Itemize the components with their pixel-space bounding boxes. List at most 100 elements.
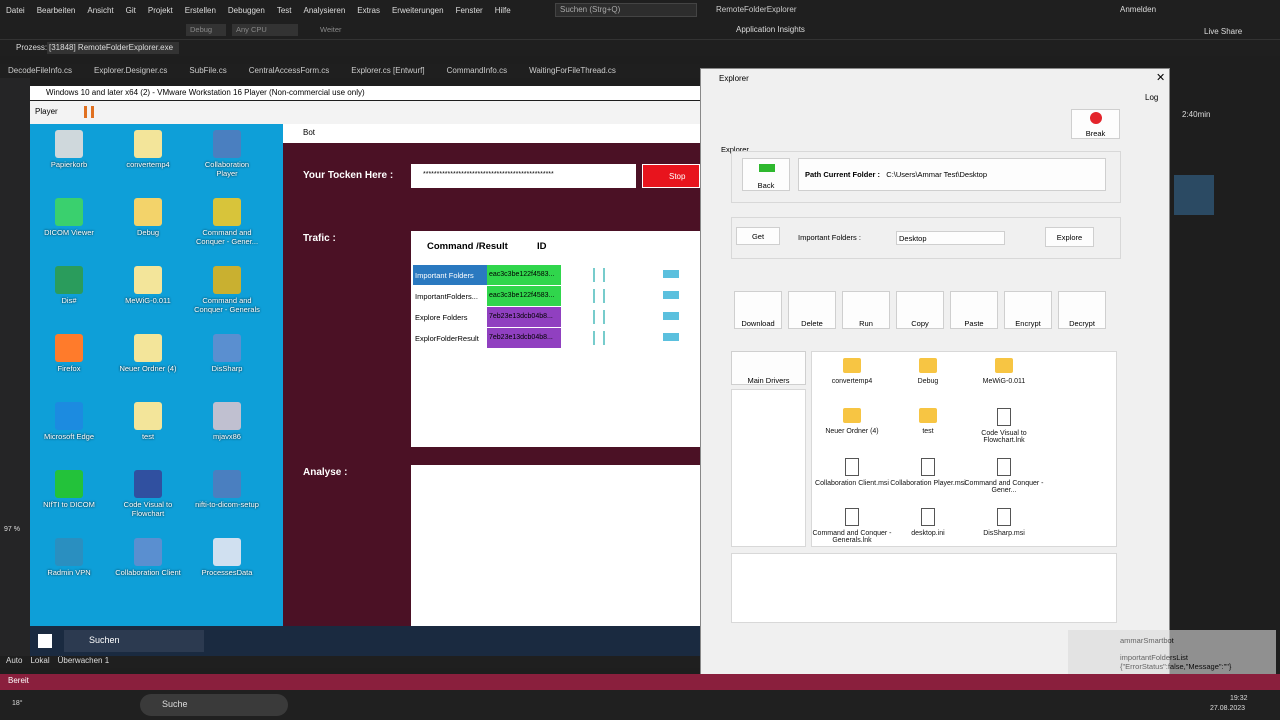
- close-icon[interactable]: ✕: [1156, 71, 1165, 84]
- doc-tab[interactable]: DecodeFileInfo.cs: [0, 64, 86, 78]
- signin-link[interactable]: Anmelden: [1120, 5, 1156, 14]
- menu-item[interactable]: Ansicht: [81, 6, 119, 15]
- desktop-icon-image: [55, 266, 83, 294]
- file-item[interactable]: Collaboration Player.msi: [888, 458, 968, 487]
- explore-button[interactable]: Explore: [1045, 227, 1094, 247]
- bottom-tab[interactable]: Lokal: [30, 656, 49, 665]
- log-button[interactable]: Log: [1145, 93, 1158, 102]
- traffic-cmd[interactable]: ImportantFolders...: [413, 286, 487, 306]
- menu-item[interactable]: Projekt: [142, 6, 179, 15]
- menu-item[interactable]: Debuggen: [222, 6, 271, 15]
- windows-start-icon[interactable]: [38, 634, 52, 648]
- vm-search-box[interactable]: Suchen: [64, 630, 204, 652]
- desktop-icon[interactable]: Debug: [115, 198, 181, 237]
- player-menu[interactable]: Player: [35, 107, 58, 116]
- notif-line2: {"ErrorStatus":false,"Message":""}: [1120, 662, 1232, 671]
- desktop-icon[interactable]: mjavx86: [194, 402, 260, 441]
- desktop-icon[interactable]: Collaboration Client: [115, 538, 181, 577]
- app-insights-button[interactable]: Application Insights: [736, 25, 805, 34]
- file-item[interactable]: Collaboration Client.msi: [812, 458, 892, 487]
- desktop-icon[interactable]: Code Visual to Flowchart: [115, 470, 181, 518]
- action-button-decrypt[interactable]: Decrypt: [1058, 291, 1106, 329]
- file-item[interactable]: DisSharp.msi: [964, 508, 1044, 537]
- desktop-icon[interactable]: NIfTI to DICOM: [36, 470, 102, 509]
- stop-button[interactable]: Stop: [642, 164, 700, 188]
- doc-tab[interactable]: Explorer.cs [Entwurf]: [343, 64, 438, 78]
- file-icon: [921, 508, 935, 526]
- desktop-icon[interactable]: Command and Conquer - Generals: [194, 266, 260, 314]
- menu-item[interactable]: Test: [271, 6, 298, 15]
- file-item[interactable]: Command and Conquer - Generals.lnk: [812, 508, 892, 544]
- file-item[interactable]: MeWiG-0.011: [964, 358, 1044, 385]
- config-select[interactable]: Debug: [186, 24, 226, 36]
- doc-tab[interactable]: SubFile.cs: [181, 64, 240, 78]
- doc-tab[interactable]: CentralAccessForm.cs: [241, 64, 343, 78]
- desktop-icon[interactable]: ProcessesData: [194, 538, 260, 577]
- desktop-icon[interactable]: Collaboration Player: [194, 130, 260, 178]
- menu-item[interactable]: Bearbeiten: [31, 6, 82, 15]
- files-view[interactable]: convertemp4 Debug MeWiG-0.011 Neuer Ordner …: [811, 351, 1117, 547]
- desktop-icon[interactable]: Microsoft Edge: [36, 402, 102, 441]
- file-item[interactable]: Debug: [888, 358, 968, 385]
- bottom-tab[interactable]: Auto: [6, 656, 22, 665]
- process-select[interactable]: [31848] RemoteFolderExplorer.exe: [47, 42, 179, 54]
- token-input[interactable]: ****************************************…: [411, 164, 636, 188]
- important-select[interactable]: Desktop: [896, 231, 1005, 245]
- action-button-delete[interactable]: Delete: [788, 291, 836, 329]
- menu-item[interactable]: Datei: [0, 6, 31, 15]
- platform-select[interactable]: Any CPU: [232, 24, 298, 36]
- desktop-icon[interactable]: nifti-to-dicom-setup: [194, 470, 260, 509]
- drivers-list[interactable]: [731, 389, 806, 547]
- action-button-copy[interactable]: Copy: [896, 291, 944, 329]
- host-search[interactable]: Suche: [140, 694, 288, 716]
- file-item[interactable]: desktop.ini: [888, 508, 968, 537]
- file-item[interactable]: Neuer Ordner (4): [812, 408, 892, 435]
- desktop-icon[interactable]: Firefox: [36, 334, 102, 373]
- menu-item[interactable]: Analysieren: [297, 6, 351, 15]
- desktop-icon[interactable]: Dis#: [36, 266, 102, 305]
- transfer-arrow-icon: [593, 289, 605, 303]
- traffic-cmd[interactable]: Important Folders: [413, 265, 487, 285]
- menu-item[interactable]: Hilfe: [489, 6, 517, 15]
- pause-icon[interactable]: [84, 106, 94, 118]
- back-button[interactable]: Back: [742, 158, 790, 191]
- action-button-encrypt[interactable]: Encrypt: [1004, 291, 1052, 329]
- desktop-icon[interactable]: Papierkorb: [36, 130, 102, 169]
- liveshare-button[interactable]: Live Share: [1204, 27, 1242, 36]
- doc-tab[interactable]: WaitingForFileThread.cs: [521, 64, 630, 78]
- continue-button[interactable]: Weiter: [320, 25, 342, 34]
- traffic-panel: Command /Result ID Important Folders eac3…: [411, 231, 700, 447]
- traffic-cmd[interactable]: ExplorFolderResult: [413, 328, 487, 348]
- desktop-icon-label: NIfTI to DICOM: [43, 500, 95, 509]
- menu-item[interactable]: Extras: [351, 6, 386, 15]
- menu-item[interactable]: Erstellen: [179, 6, 222, 15]
- doc-tab[interactable]: CommandInfo.cs: [439, 64, 521, 78]
- file-item[interactable]: test: [888, 408, 968, 435]
- desktop-icon[interactable]: Command and Conquer - Gener...: [194, 198, 260, 246]
- file-item[interactable]: Code Visual to Flowchart.lnk: [964, 408, 1044, 444]
- desktop-icon[interactable]: DisSharp: [194, 334, 260, 373]
- desktop-icon[interactable]: convertemp4: [115, 130, 181, 169]
- desktop-icon[interactable]: DICOM Viewer: [36, 198, 102, 237]
- desktop-icon[interactable]: test: [115, 402, 181, 441]
- desktop-icon[interactable]: Neuer Ordner (4): [115, 334, 181, 373]
- vs-search-input[interactable]: Suchen (Strg+Q): [555, 3, 697, 17]
- desktop-icon[interactable]: Radmin VPN: [36, 538, 102, 577]
- file-item[interactable]: Command and Conquer - Gener...: [964, 458, 1044, 494]
- file-name: Collaboration Player.msi: [890, 480, 966, 487]
- doc-tab[interactable]: Explorer.Designer.cs: [86, 64, 181, 78]
- traffic-cmd[interactable]: Explore Folders: [413, 307, 487, 327]
- menu-item[interactable]: Git: [120, 6, 142, 15]
- file-item[interactable]: convertemp4: [812, 358, 892, 385]
- traffic-id: eac3c3be122f4583...: [487, 286, 561, 306]
- menu-item[interactable]: Erweiterungen: [386, 6, 450, 15]
- desktop-icon-image: [134, 130, 162, 158]
- bottom-tab[interactable]: Überwachen 1: [58, 656, 110, 665]
- get-button[interactable]: Get: [736, 227, 780, 245]
- action-button-download[interactable]: Download: [734, 291, 782, 329]
- action-button-run[interactable]: Run: [842, 291, 890, 329]
- action-button-paste[interactable]: Paste: [950, 291, 998, 329]
- main-drivers-button[interactable]: Main Drivers: [731, 351, 806, 385]
- desktop-icon[interactable]: MeWiG-0.011: [115, 266, 181, 305]
- menu-item[interactable]: Fenster: [450, 6, 489, 15]
